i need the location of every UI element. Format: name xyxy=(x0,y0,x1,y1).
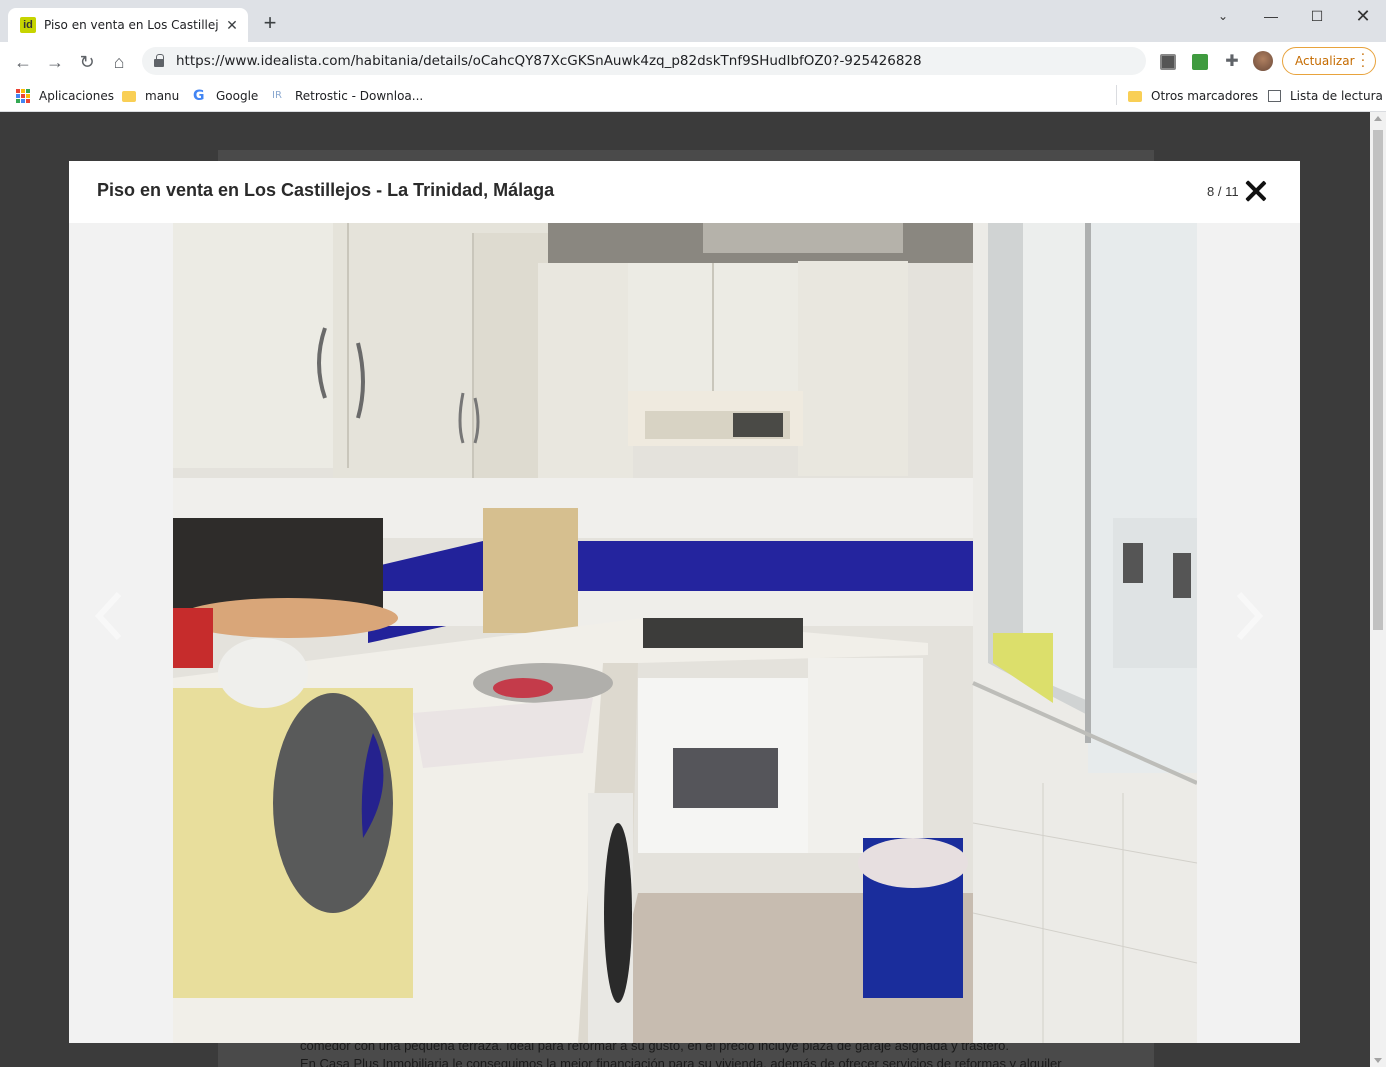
page-scrollbar[interactable] xyxy=(1370,112,1386,1067)
reading-list-label: Lista de lectura xyxy=(1290,89,1383,103)
listing-description-line: En Casa Plus Inmobiliaria le conseguimos… xyxy=(300,1056,1062,1067)
folder-icon xyxy=(122,90,136,102)
tab-strip: id Piso en venta en Los Castillejos - ✕ … xyxy=(0,0,1386,42)
maximize-button[interactable]: ☐ xyxy=(1294,0,1340,32)
close-window-button[interactable]: ✕ xyxy=(1340,0,1386,32)
lock-icon xyxy=(154,54,164,67)
kitchen-photo xyxy=(173,223,1197,1043)
reading-list-icon xyxy=(1268,90,1281,102)
retrostic-icon: IR xyxy=(272,90,282,101)
modal-header: Piso en venta en Los Castillejos - La Tr… xyxy=(69,161,1300,223)
bookmark-apps[interactable]: Aplicaciones xyxy=(16,86,114,106)
reload-icon[interactable]: ↻ xyxy=(75,50,99,74)
apps-icon xyxy=(16,89,30,103)
back-arrow-icon[interactable]: ← xyxy=(11,50,35,74)
modal-title: Piso en venta en Los Castillejos - La Tr… xyxy=(97,180,555,200)
menu-dots-icon: · · · xyxy=(1360,48,1365,75)
photo-counter: 8 / 11 xyxy=(1207,184,1239,199)
bookmark-label: Retrostic - Downloa... xyxy=(295,89,424,103)
photo-gallery-modal: Piso en venta en Los Castillejos - La Tr… xyxy=(69,161,1300,1043)
bookmark-label: Google xyxy=(216,89,259,103)
bookmark-label: manu xyxy=(145,89,180,103)
google-icon: G xyxy=(193,88,205,104)
puzzle-extensions-icon[interactable]: ✚ xyxy=(1224,54,1240,70)
browser-tab[interactable]: id Piso en venta en Los Castillejos - ✕ xyxy=(8,8,248,42)
close-icon[interactable] xyxy=(1244,179,1268,203)
extension-green-icon[interactable] xyxy=(1192,54,1208,70)
tab-search-chevron-icon[interactable]: ⌄ xyxy=(1200,0,1246,32)
bookmark-label: Otros marcadores xyxy=(1151,89,1259,103)
forward-arrow-icon[interactable]: → xyxy=(43,50,67,74)
bookmark-other[interactable]: Otros marcadores xyxy=(1128,86,1258,106)
next-photo-chevron-icon[interactable] xyxy=(1229,586,1269,646)
minimize-button[interactable]: — xyxy=(1248,0,1294,32)
bookmark-google[interactable]: G Google xyxy=(193,86,258,106)
tab-close-icon[interactable]: ✕ xyxy=(224,17,240,33)
update-button-label: Actualizar xyxy=(1295,54,1355,68)
new-tab-button[interactable]: + xyxy=(259,12,281,35)
folder-icon xyxy=(1128,90,1142,102)
update-button[interactable]: Actualizar · · · xyxy=(1282,47,1376,75)
bookmark-label: Aplicaciones xyxy=(39,89,114,103)
bookmark-manu[interactable]: manu xyxy=(122,86,179,106)
home-icon[interactable]: ⌂ xyxy=(107,50,131,74)
scrollbar-thumb[interactable] xyxy=(1373,130,1383,630)
reading-list[interactable]: Lista de lectura xyxy=(1268,86,1383,106)
extension-icon[interactable] xyxy=(1160,54,1176,70)
bookmarks-bar: Aplicaciones manu G Google IR Retrostic … xyxy=(0,80,1386,112)
tab-title: Piso en venta en Los Castillejos - xyxy=(44,18,218,32)
address-bar[interactable]: https://www.idealista.com/habitania/deta… xyxy=(142,47,1146,75)
bookmark-retrostic[interactable]: IR Retrostic - Downloa... xyxy=(272,86,423,106)
bookmarks-separator xyxy=(1116,85,1117,105)
url-text[interactable]: https://www.idealista.com/habitania/deta… xyxy=(176,53,922,69)
scroll-up-icon[interactable] xyxy=(1374,116,1382,121)
scroll-down-icon[interactable] xyxy=(1374,1058,1382,1063)
idealista-favicon-icon: id xyxy=(20,17,36,33)
previous-photo-chevron-icon[interactable] xyxy=(89,586,129,646)
browser-toolbar: ← → ↻ ⌂ https://www.idealista.com/habita… xyxy=(0,42,1386,80)
profile-avatar[interactable] xyxy=(1253,51,1273,71)
